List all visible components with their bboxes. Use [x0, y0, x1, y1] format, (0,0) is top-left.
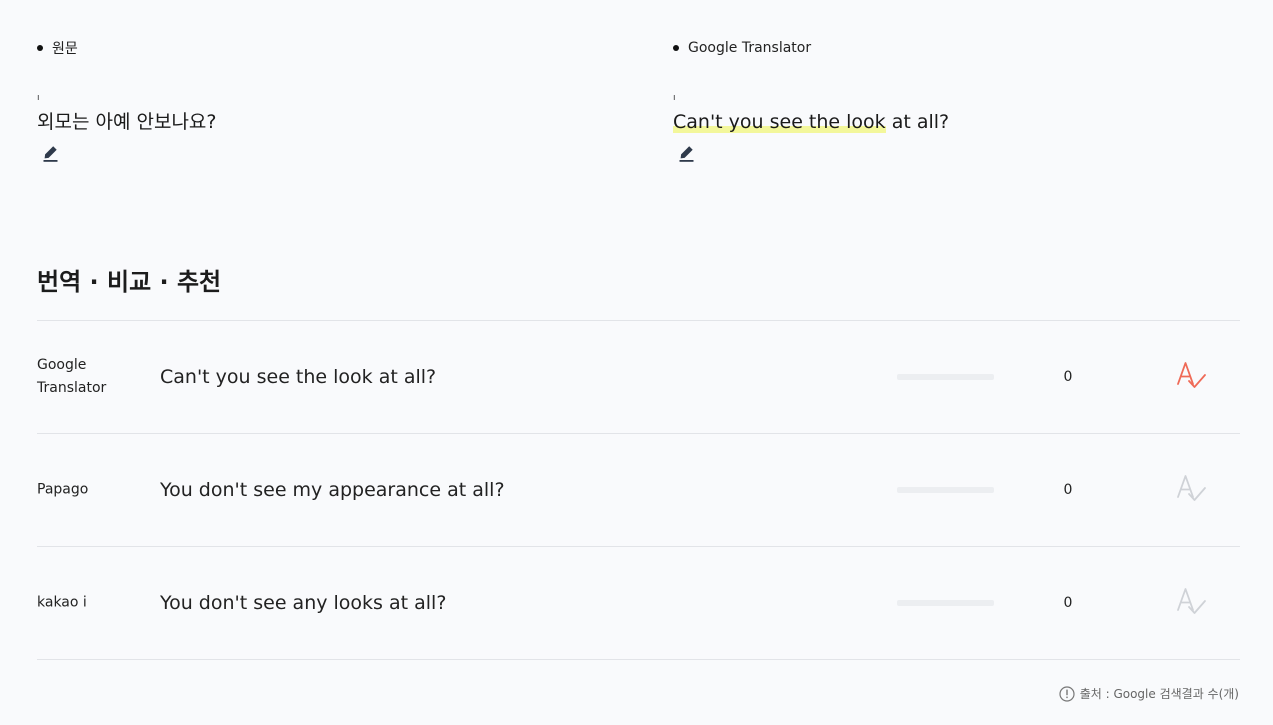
translation-rest-text: at all? [885, 111, 950, 133]
translation-panel: Google Translator ı Can't you see the lo… [673, 38, 1233, 167]
score-bar [897, 487, 994, 493]
result-count: 0 [1063, 482, 1073, 498]
edit-source-pencil-icon[interactable] [41, 143, 61, 163]
info-icon [1059, 685, 1075, 702]
translation-panel-header: Google Translator [673, 38, 1233, 58]
score-bar [897, 374, 994, 380]
edit-translation-pencil-icon[interactable] [677, 143, 697, 163]
source-note-text: 출처 : Google 검색결과 수(개) [1079, 687, 1239, 701]
translation-tick-mark: ı [673, 93, 676, 103]
recommend-spellcheck-icon[interactable] [1173, 586, 1209, 618]
recommend-spellcheck-icon[interactable] [1173, 360, 1209, 392]
source-text: 외모는 아예 안보나요? [37, 111, 217, 133]
result-text: You don't see any looks at all? [160, 592, 447, 614]
translation-text: Can't you see the look at all? [673, 109, 1233, 135]
translation-panel-label: Google Translator [688, 40, 812, 56]
engine-name: kakao i [37, 594, 87, 611]
result-text: Can't you see the look at all? [160, 366, 437, 388]
results-table: Google Translator Can't you see the look… [37, 320, 1240, 660]
source-panel-label: 원문 [52, 41, 78, 57]
recommend-spellcheck-icon[interactable] [1173, 473, 1209, 505]
result-row-papago: Papago You don't see my appearance at al… [37, 434, 1240, 547]
result-row-kakao: kakao i You don't see any looks at all? … [37, 547, 1240, 660]
translation-highlighted-text: Can't you see the look [673, 111, 886, 133]
source-panel: 원문 ı 외모는 아예 안보나요? [37, 38, 597, 167]
result-row-google: Google Translator Can't you see the look… [37, 321, 1240, 434]
section-title: 번역 · 비교 · 추천 [37, 268, 222, 296]
source-tick-mark: ı [37, 93, 40, 103]
score-bar [897, 600, 994, 606]
result-text: You don't see my appearance at all? [160, 479, 505, 501]
bullet-icon [673, 45, 679, 51]
source-note: 출처 : Google 검색결과 수(개) [1059, 685, 1239, 702]
translation-compare-page: 원문 ı 외모는 아예 안보나요? Google Translator ı Ca… [0, 0, 1273, 725]
engine-name: Papago [37, 481, 89, 498]
result-count: 0 [1063, 369, 1073, 385]
bullet-icon [37, 45, 43, 51]
source-panel-header: 원문 [37, 38, 597, 58]
result-count: 0 [1063, 595, 1073, 611]
engine-name: Google Translator [37, 357, 107, 396]
